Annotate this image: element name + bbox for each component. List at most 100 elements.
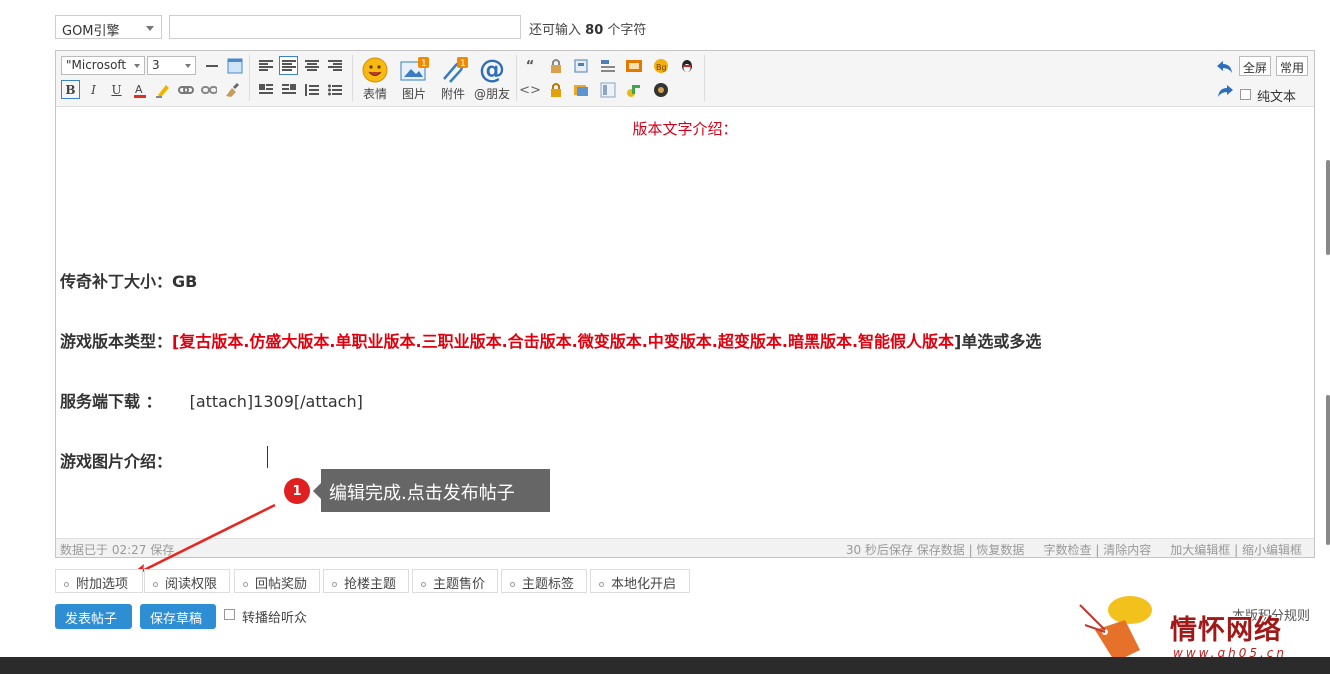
plain-text-checkbox[interactable] [1240, 89, 1251, 100]
float-right-icon[interactable] [279, 80, 298, 99]
tab-thread-price[interactable]: 主题售价 [412, 569, 498, 593]
float-left-icon[interactable] [256, 80, 275, 99]
video-icon[interactable] [625, 57, 643, 75]
mention-button[interactable]: @ @朋友 [472, 55, 512, 103]
status-actions: 30 秒后保存 保存数据 | 恢复数据 字数检查 | 清除内容 加大编辑框 | … [845, 543, 1302, 557]
tab-thread-tags[interactable]: 主题标签 [501, 569, 587, 593]
publish-button[interactable]: 发表帖子 [55, 604, 132, 629]
clear-format-icon[interactable] [222, 80, 241, 99]
background-music-icon[interactable]: Bg [652, 57, 670, 75]
chevron-down-icon [134, 64, 140, 68]
quote-icon[interactable]: “ [521, 57, 539, 75]
highlight-icon[interactable] [153, 80, 172, 99]
plain-text-label: 纯文本 [1257, 90, 1297, 105]
broadcast-label: 转播给听众 [242, 611, 308, 626]
tab-floor-grab[interactable]: 抢楼主题 [323, 569, 409, 593]
toolbar-separator [516, 55, 517, 101]
toolbar-separator [352, 55, 353, 101]
clear-content-link[interactable]: 清除内容 [1103, 543, 1151, 557]
align-left-icon[interactable] [256, 56, 275, 75]
step-tooltip: 编辑完成.点击发布帖子 [313, 469, 550, 512]
hide-content-icon[interactable] [547, 81, 565, 99]
side-scroll-marker [1326, 395, 1330, 545]
game-image-line: 游戏图片介绍： [60, 452, 173, 471]
save-draft-button[interactable]: 保存草稿 [140, 604, 216, 629]
qq-icon[interactable] [678, 57, 696, 75]
underline-icon[interactable]: U [107, 80, 126, 99]
broadcast-checkbox[interactable] [224, 609, 235, 620]
align-center-icon[interactable] [302, 56, 321, 75]
dot-icon [332, 582, 337, 587]
font-size-select[interactable]: 3 [147, 56, 196, 75]
dot-icon [421, 582, 426, 587]
page-footer-bar [0, 657, 1330, 674]
title-input[interactable] [169, 15, 521, 39]
free-lock-icon[interactable] [547, 57, 565, 75]
dot-icon [153, 582, 158, 587]
chevron-down-icon [185, 64, 191, 68]
toolbar-separator [704, 55, 705, 101]
common-button[interactable]: 常用 [1276, 56, 1309, 76]
editor-toolbar: "Microsoft 3 B I U A 表情 1 图片 1 附件 @ @朋友 … [56, 51, 1314, 107]
text-cursor [267, 446, 268, 468]
post-editor-page: GOM引擎 还可输入 80 个字符 "Microsoft 3 B I U A 表… [0, 0, 1330, 674]
italic-icon[interactable]: I [84, 80, 103, 99]
ordered-list-icon[interactable] [302, 80, 321, 99]
undo-icon[interactable] [1216, 58, 1234, 76]
dot-icon [599, 582, 604, 587]
media-icon[interactable] [572, 57, 590, 75]
version-type-line: 游戏版本类型：[复古版本.仿盛大版本.单职业版本.三职业版本.合击版本.微变版本… [60, 332, 1042, 351]
word-check-link[interactable]: 字数检查 [1044, 543, 1092, 557]
font-family-select[interactable]: "Microsoft [61, 56, 145, 75]
flash-icon[interactable] [599, 57, 617, 75]
svg-text:Bg: Bg [656, 63, 667, 72]
emoji-button[interactable]: 表情 [355, 55, 395, 103]
link-icon[interactable] [176, 80, 195, 99]
tab-extra-options[interactable]: 附加选项 [55, 569, 143, 593]
tab-reply-reward[interactable]: 回帖奖励 [234, 569, 320, 593]
gallery-icon[interactable] [572, 81, 590, 99]
image-button[interactable]: 1 图片 [394, 55, 434, 103]
post-layout-icon[interactable] [599, 81, 617, 99]
smiley-icon [362, 57, 388, 83]
enlarge-editor-link[interactable]: 加大编辑框 [1170, 543, 1230, 557]
step-badge: 1 [284, 478, 310, 504]
patch-size-line: 传奇补丁大小：GB [60, 272, 198, 291]
password-key-icon[interactable] [625, 81, 643, 99]
restore-data-link[interactable]: 恢复数据 [976, 543, 1024, 557]
bold-icon[interactable]: B [61, 80, 80, 99]
redo-icon[interactable] [1216, 82, 1234, 100]
engine-type-select[interactable]: GOM引擎 [55, 15, 162, 39]
tab-localization[interactable]: 本地化开启 [590, 569, 690, 593]
dot-icon [243, 582, 248, 587]
fullscreen-button[interactable]: 全屏 [1239, 56, 1272, 76]
engine-type-value: GOM引擎 [62, 24, 120, 39]
tag-logo-icon [1079, 596, 1152, 662]
dot-icon [510, 582, 515, 587]
unordered-list-icon[interactable] [325, 80, 344, 99]
music-disc-icon[interactable] [652, 81, 670, 99]
char-count-remaining: 80 [585, 23, 604, 38]
image-icon: 1 [400, 57, 429, 81]
save-data-link[interactable]: 保存数据 [917, 543, 965, 557]
tab-read-permission[interactable]: 阅读权限 [144, 569, 230, 593]
version-intro-heading: 版本文字介绍： [632, 120, 738, 138]
code-icon[interactable]: <> [519, 81, 541, 99]
attach-badge: 1 [460, 59, 466, 69]
horizontal-rule-icon[interactable] [202, 56, 221, 75]
rich-text-editor: "Microsoft 3 B I U A 表情 1 图片 1 附件 @ @朋友 … [55, 50, 1315, 558]
align-right-icon[interactable] [325, 56, 344, 75]
server-attach-code: [attach]1309[/attach] [189, 392, 363, 411]
table-icon[interactable] [225, 56, 244, 75]
align-justify-icon[interactable] [279, 56, 298, 75]
svg-text:A: A [135, 83, 143, 96]
attachment-button[interactable]: 1 附件 [433, 55, 473, 103]
editor-content[interactable]: 版本文字介绍： 传奇补丁大小：GB 游戏版本类型：[复古版本.仿盛大版本.单职业… [56, 108, 1314, 538]
side-scroll-marker [1326, 160, 1330, 255]
server-download-line: 服务端下载 ： [attach]1309[/attach] [60, 392, 363, 411]
unlink-icon[interactable] [199, 80, 218, 99]
font-color-icon[interactable]: A [130, 80, 149, 99]
shrink-editor-link[interactable]: 缩小编辑框 [1242, 543, 1302, 557]
at-icon: @ [479, 55, 505, 85]
char-count-hint: 还可输入 80 个字符 [529, 23, 647, 38]
